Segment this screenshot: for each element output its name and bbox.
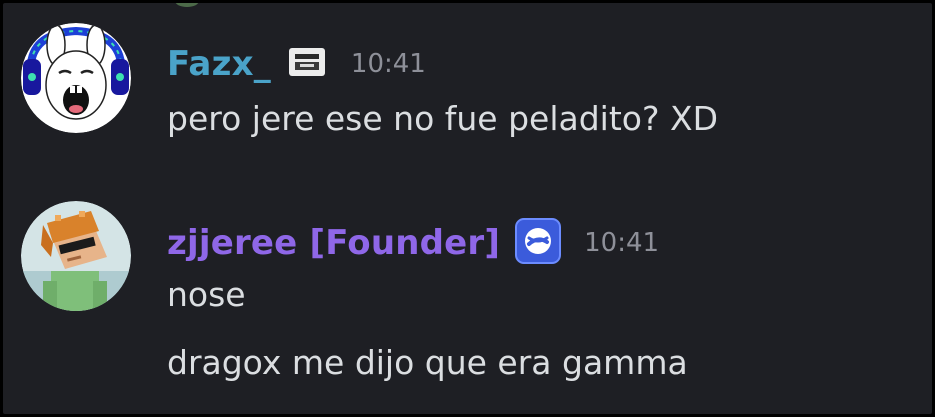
bunny-headphones-avatar-icon [21,23,131,133]
timestamp[interactable]: 10:41 [351,44,426,84]
boost-badge-icon[interactable] [514,217,562,269]
message-text: pero jere ese no fue peladito? XD [167,99,718,138]
message-header: zjjeree [Founder] 10:41 [167,217,659,269]
minecraft-skin-avatar-icon [21,201,131,311]
avatar[interactable] [21,201,131,311]
chat-pane: Fazx_ 10:41 pero jere ese no fue peladit… [3,3,932,414]
server-tag-icon[interactable] [285,42,329,86]
message-text: dragox me dijo que era gamma [167,343,688,382]
avatar[interactable] [21,23,131,133]
message-header: Fazx_ 10:41 [167,42,426,86]
message-text: nose [167,275,246,314]
username[interactable]: Fazx_ [167,44,271,84]
username[interactable]: zjjeree [Founder] [167,223,500,263]
timestamp[interactable]: 10:41 [584,223,659,263]
previous-avatar-edge [175,3,199,7]
